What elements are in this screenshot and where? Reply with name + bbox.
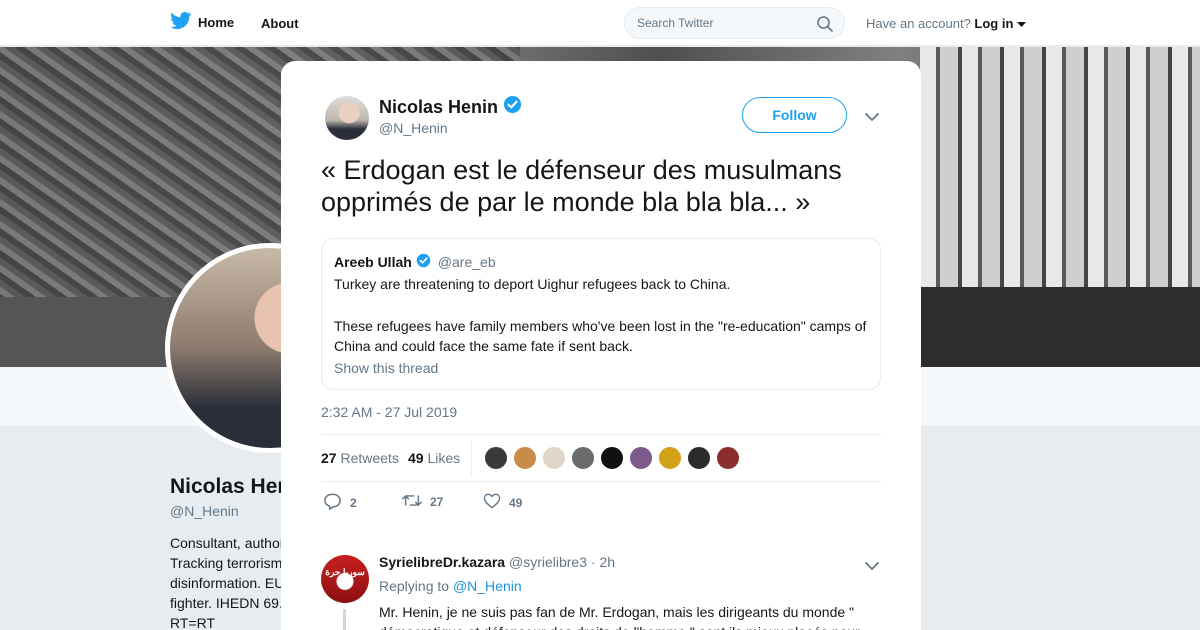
search-input[interactable] (637, 16, 807, 30)
caret-down-icon[interactable] (1017, 16, 1027, 31)
login-link[interactable]: Log in (974, 16, 1013, 31)
banner-buildings (920, 47, 1200, 287)
profile-bio-line: disinformation. EU (170, 575, 285, 591)
profile-bio-line: Consultant, author (170, 535, 285, 551)
search-icon[interactable] (816, 15, 834, 38)
liker-avatar[interactable] (513, 446, 537, 470)
reply-count: 2 (350, 496, 357, 510)
profile-bio-line: Tracking terrorism (170, 555, 283, 571)
tweet-modal: Nicolas Henin @N_Henin Follow « Erdogan … (281, 61, 921, 630)
stats-divider (471, 441, 472, 477)
quoted-name: Areeb Ullah (334, 254, 412, 270)
close-icon[interactable] (1155, 13, 1177, 35)
author-handle[interactable]: @N_Henin (379, 120, 448, 136)
profile-handle: @N_Henin (170, 503, 239, 519)
profile-name: Nicolas Hen (170, 475, 291, 498)
chevron-down-icon[interactable] (865, 109, 879, 127)
tweet-stats: 27 Retweets 49 Likes (321, 434, 881, 482)
profile-bio: Consultant, author Tracking terrorism di… (170, 533, 290, 630)
reply-text: Mr. Henin, je ne suis pas fan de Mr. Erd… (379, 604, 860, 630)
quoted-tweet[interactable]: Areeb Ullah @are_eb Turkey are threateni… (321, 238, 881, 390)
liker-avatar[interactable] (629, 446, 653, 470)
quoted-author: Areeb Ullah @are_eb (334, 253, 496, 271)
nav-home-link[interactable]: Home (170, 12, 234, 33)
reply-handle[interactable]: @syrielibre3 (509, 554, 587, 570)
thread-connector-line (343, 609, 346, 630)
reply-action[interactable]: 2 (323, 493, 357, 513)
tweet-timestamp[interactable]: 2:32 AM - 27 Jul 2019 (321, 404, 457, 420)
author-name: Nicolas Henin (379, 96, 499, 117)
heart-icon (483, 493, 501, 512)
profile-bio-line: fighter. IHEDN 69. (170, 595, 283, 611)
reply-avatar[interactable]: سوريا حرة (321, 555, 369, 603)
retweets-count: 27 (321, 450, 337, 466)
quoted-handle: @are_eb (437, 254, 496, 270)
likes-count: 49 (408, 450, 424, 466)
reply-name[interactable]: SyrielibreDr.kazara (379, 554, 505, 570)
like-count: 49 (509, 495, 523, 510)
retweet-icon (402, 493, 422, 511)
chevron-down-icon[interactable] (865, 558, 879, 576)
replying-mention-link[interactable]: @N_Henin (453, 578, 522, 594)
liker-avatar[interactable] (542, 446, 566, 470)
likes-label: Likes (427, 450, 461, 466)
profile-bio-line: RT=RT (170, 615, 215, 630)
nav-about-link[interactable]: About (261, 16, 299, 31)
follow-button[interactable]: Follow (742, 97, 847, 133)
verified-badge-icon (503, 95, 522, 119)
reply-time[interactable]: · 2h (591, 554, 615, 570)
twitter-bird-icon (170, 12, 192, 33)
show-thread-link[interactable]: Show this thread (334, 360, 438, 376)
retweets-stat[interactable]: 27 Retweets (321, 450, 399, 466)
nav-home-label: Home (198, 15, 235, 30)
likes-stat[interactable]: 49 Likes (408, 450, 460, 466)
verified-badge-icon (416, 253, 431, 271)
retweet-action[interactable]: 27 (402, 493, 443, 511)
liker-avatar[interactable] (716, 446, 740, 470)
liker-avatar[interactable] (484, 446, 508, 470)
top-nav: Home About Have an account? Log in (0, 0, 1200, 46)
replying-to: Replying to @N_Henin (379, 578, 522, 594)
retweets-label: Retweets (340, 450, 399, 466)
search-box (624, 7, 845, 39)
quoted-text-paragraph: These refugees have family members who'v… (334, 318, 867, 354)
liker-avatar[interactable] (600, 446, 624, 470)
liker-avatars (484, 446, 740, 470)
quoted-text-line: Turkey are threatening to deport Uighur … (334, 276, 731, 292)
replying-prefix: Replying to (379, 578, 450, 594)
account-prompt: Have an account? (866, 16, 971, 31)
tweet-text: « Erdogan est le défenseur des musulmans… (321, 155, 842, 217)
liker-avatar[interactable] (658, 446, 682, 470)
liker-avatar[interactable] (687, 446, 711, 470)
account-menu: Have an account? Log in (866, 16, 1027, 31)
liker-avatar[interactable] (571, 446, 595, 470)
author-avatar[interactable] (325, 96, 369, 140)
retweet-count: 27 (430, 495, 444, 509)
banner-quay (920, 287, 1200, 367)
like-action[interactable]: 49 (483, 493, 522, 512)
author-name-row[interactable]: Nicolas Henin (379, 95, 522, 119)
reply-avatar-text: سوريا حرة (325, 567, 365, 577)
reply-header: SyrielibreDr.kazara @syrielibre3 · 2h (379, 554, 615, 570)
reply-icon (323, 493, 342, 513)
